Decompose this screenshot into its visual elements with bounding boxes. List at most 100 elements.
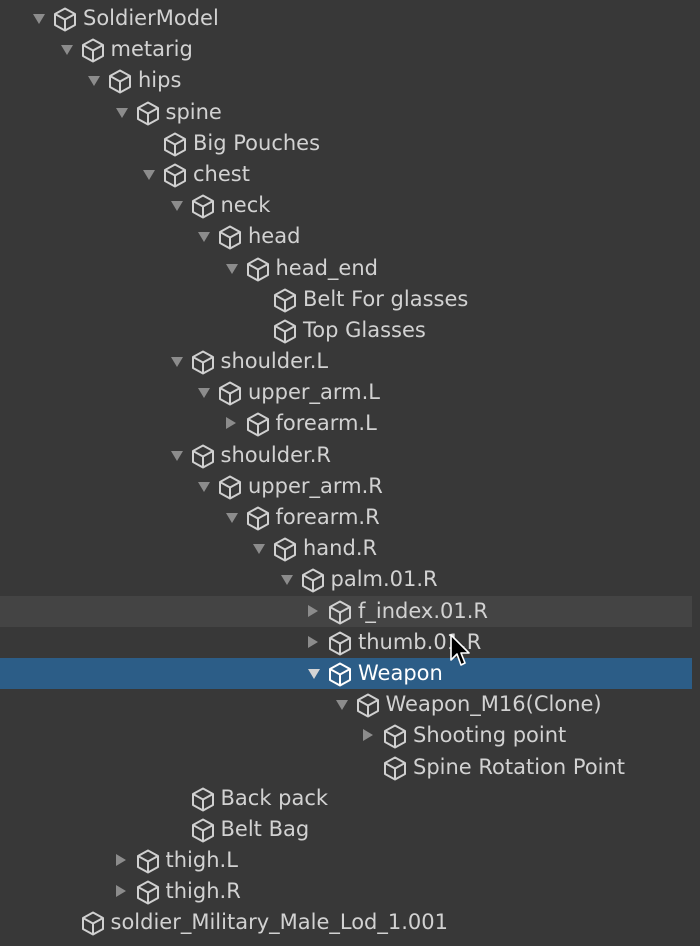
hierarchy-item[interactable]: upper_arm.R [0, 471, 692, 502]
hierarchy-item[interactable]: thigh.L [0, 845, 692, 876]
hierarchy-item-label: palm.01.R [330, 567, 438, 592]
hierarchy-tree: SoldierModel metarig hips spine Big Pouches c… [0, 3, 700, 939]
gameobject-cube-icon [217, 224, 243, 250]
gameobject-cube-icon [135, 848, 161, 874]
hierarchy-item[interactable]: SoldierModel [0, 3, 692, 34]
expand-arrow-right-icon[interactable] [115, 854, 126, 867]
hierarchy-item[interactable]: soldier_Military_Male_Lod_1.001 [0, 907, 692, 938]
hierarchy-item-label: Spine Rotation Point [413, 754, 626, 779]
gameobject-cube-icon [190, 193, 216, 219]
gameobject-cube-icon [80, 910, 106, 936]
hierarchy-item[interactable]: hips [0, 65, 692, 96]
gameobject-cube-icon [52, 6, 78, 32]
expand-arrow-down-icon[interactable] [170, 201, 183, 212]
hierarchy-item-label: Back pack [220, 785, 329, 810]
gameobject-cube-icon [190, 817, 216, 843]
gameobject-cube-icon [245, 505, 271, 531]
hierarchy-item-label: forearm.R [275, 505, 380, 529]
hierarchy-item[interactable]: hand.R [0, 533, 692, 564]
gameobject-cube-icon [327, 630, 353, 656]
hierarchy-item[interactable]: thigh.R [0, 876, 692, 907]
expand-arrow-down-icon[interactable] [170, 357, 183, 368]
gameobject-cube-icon [217, 380, 243, 406]
expand-arrow-down-icon[interactable] [253, 544, 265, 555]
gameobject-cube-icon [327, 599, 353, 625]
hierarchy-item-label: metarig [110, 37, 193, 62]
hierarchy-item-label: thigh.L [165, 848, 238, 873]
expand-arrow-right-icon[interactable] [363, 729, 373, 742]
hierarchy-item[interactable]: thumb.01.R [0, 627, 692, 658]
expand-arrow-right-icon[interactable] [308, 604, 318, 617]
gameobject-cube-icon [382, 755, 408, 781]
hierarchy-item-label: neck [220, 193, 271, 218]
hierarchy-item-label: forearm.L [275, 411, 377, 436]
hierarchy-item[interactable]: f_index.01.R [0, 595, 692, 627]
expand-arrow-down-icon[interactable] [335, 700, 348, 711]
hierarchy-item[interactable]: neck [0, 190, 692, 221]
hierarchy-item[interactable]: Belt Bag [0, 814, 692, 845]
gameobject-cube-icon [382, 723, 408, 749]
gameobject-cube-icon [327, 661, 353, 687]
expand-arrow-down-icon[interactable] [115, 107, 128, 118]
hierarchy-item-label: Top Glasses [303, 317, 426, 342]
expand-arrow-down-icon[interactable] [225, 513, 238, 523]
expand-arrow-down-icon[interactable] [60, 45, 73, 56]
expand-arrow-right-icon[interactable] [308, 635, 318, 648]
hierarchy-item-label: hand.R [303, 536, 378, 561]
hierarchy-item-label: shoulder.L [220, 349, 329, 374]
gameobject-cube-icon [190, 349, 216, 375]
gameobject-cube-icon [162, 131, 188, 157]
expand-arrow-down-icon[interactable] [198, 481, 210, 492]
hierarchy-item[interactable]: head_end [0, 253, 692, 284]
hierarchy-item[interactable]: Belt For glasses [0, 284, 692, 315]
hierarchy-item[interactable]: shoulder.L [0, 346, 692, 377]
hierarchy-item[interactable]: spine [0, 97, 692, 128]
hierarchy-item-label: upper_arm.L [248, 380, 380, 405]
hierarchy-item[interactable]: Big Pouches [0, 128, 692, 159]
hierarchy-item[interactable]: head [0, 221, 692, 252]
hierarchy-item-label: Weapon_M16(Clone) [385, 692, 602, 717]
expand-arrow-down-icon[interactable] [88, 76, 100, 87]
gameobject-cube-icon [272, 536, 298, 562]
hierarchy-item[interactable]: shoulder.R [0, 440, 692, 471]
hierarchy-item-label: spine [165, 99, 222, 124]
hierarchy-item-label: Big Pouches [193, 130, 321, 155]
gameobject-cube-icon [217, 474, 243, 500]
expand-arrow-right-icon[interactable] [115, 885, 126, 898]
hierarchy-item-label: SoldierModel [83, 6, 219, 30]
hierarchy-item[interactable]: Top Glasses [0, 315, 692, 346]
hierarchy-item-label: head [248, 224, 301, 249]
hierarchy-item[interactable]: Spine Rotation Point [0, 752, 692, 783]
hierarchy-item[interactable]: forearm.L [0, 408, 692, 439]
hierarchy-item[interactable]: Weapon_M16(Clone) [0, 689, 692, 720]
gameobject-cube-icon [80, 37, 106, 63]
expand-arrow-down-icon[interactable] [198, 232, 210, 243]
hierarchy-item[interactable]: Weapon [0, 657, 692, 690]
hierarchy-item[interactable]: chest [0, 159, 692, 190]
hierarchy-item[interactable]: metarig [0, 34, 692, 65]
gameobject-cube-icon [135, 879, 161, 905]
gameobject-cube-icon [300, 567, 326, 593]
gameobject-cube-icon [107, 68, 133, 94]
gameobject-cube-icon [272, 287, 298, 313]
expand-arrow-right-icon[interactable] [225, 417, 236, 430]
hierarchy-item[interactable]: palm.01.R [0, 564, 692, 595]
expand-arrow-down-icon[interactable] [280, 575, 293, 586]
expand-arrow-down-icon[interactable] [170, 450, 183, 461]
expand-arrow-down-icon[interactable] [33, 14, 45, 24]
hierarchy-item[interactable]: Shooting point [0, 720, 692, 751]
expand-arrow-down-icon[interactable] [308, 668, 320, 679]
gameobject-cube-icon [245, 411, 271, 437]
hierarchy-item[interactable]: upper_arm.L [0, 377, 692, 408]
expand-arrow-down-icon[interactable] [143, 169, 155, 180]
hierarchy-item-label: Belt Bag [220, 816, 310, 841]
hierarchy-item[interactable]: Back pack [0, 783, 692, 814]
expand-arrow-down-icon[interactable] [225, 263, 238, 274]
mouse-cursor-icon [450, 634, 470, 666]
hierarchy-item-label: shoulder.R [220, 442, 331, 467]
gameobject-cube-icon [272, 318, 298, 344]
expand-arrow-down-icon[interactable] [198, 388, 210, 399]
hierarchy-item-label: head_end [275, 255, 379, 280]
gameobject-cube-icon [245, 256, 271, 282]
hierarchy-item[interactable]: forearm.R [0, 502, 692, 533]
